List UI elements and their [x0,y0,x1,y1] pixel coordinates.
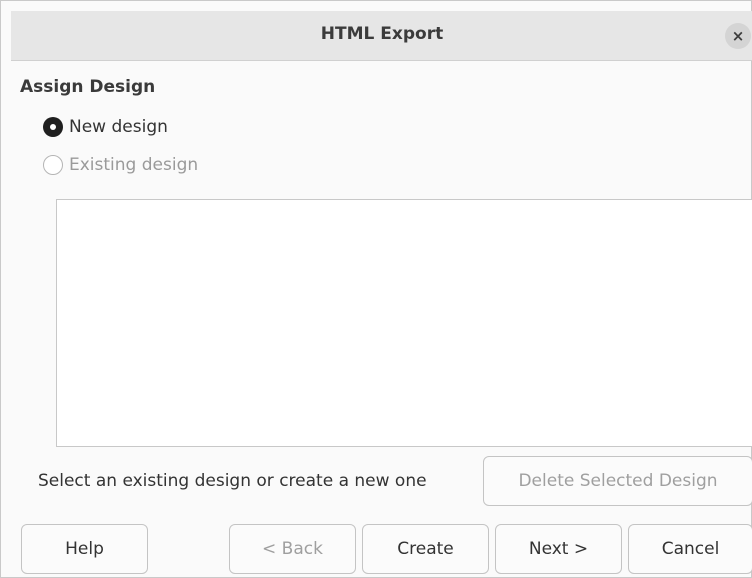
back-button[interactable]: < Back [229,524,356,574]
radio-checked-icon[interactable] [43,117,63,137]
design-list[interactable] [56,199,752,447]
new-design-label[interactable]: New design [69,117,168,137]
design-hint-text: Select an existing design or create a ne… [38,471,427,491]
radio-unchecked-icon[interactable] [43,155,63,175]
html-export-dialog: HTML Export × Assign Design New design E… [0,0,752,578]
create-button[interactable]: Create [362,524,489,574]
new-design-radio-option[interactable]: New design [43,115,168,139]
help-button[interactable]: Help [21,524,148,574]
dialog-title: HTML Export [320,24,444,44]
delete-selected-design-button[interactable]: Delete Selected Design [483,456,752,506]
assign-design-heading: Assign Design [20,77,156,97]
existing-design-label[interactable]: Existing design [69,155,198,175]
next-button[interactable]: Next > [495,524,622,574]
close-button[interactable]: × [725,23,751,49]
cancel-button[interactable]: Cancel [628,524,752,574]
existing-design-radio-option[interactable]: Existing design [43,153,198,177]
titlebar: HTML Export × [11,11,752,61]
close-icon: × [731,27,745,45]
